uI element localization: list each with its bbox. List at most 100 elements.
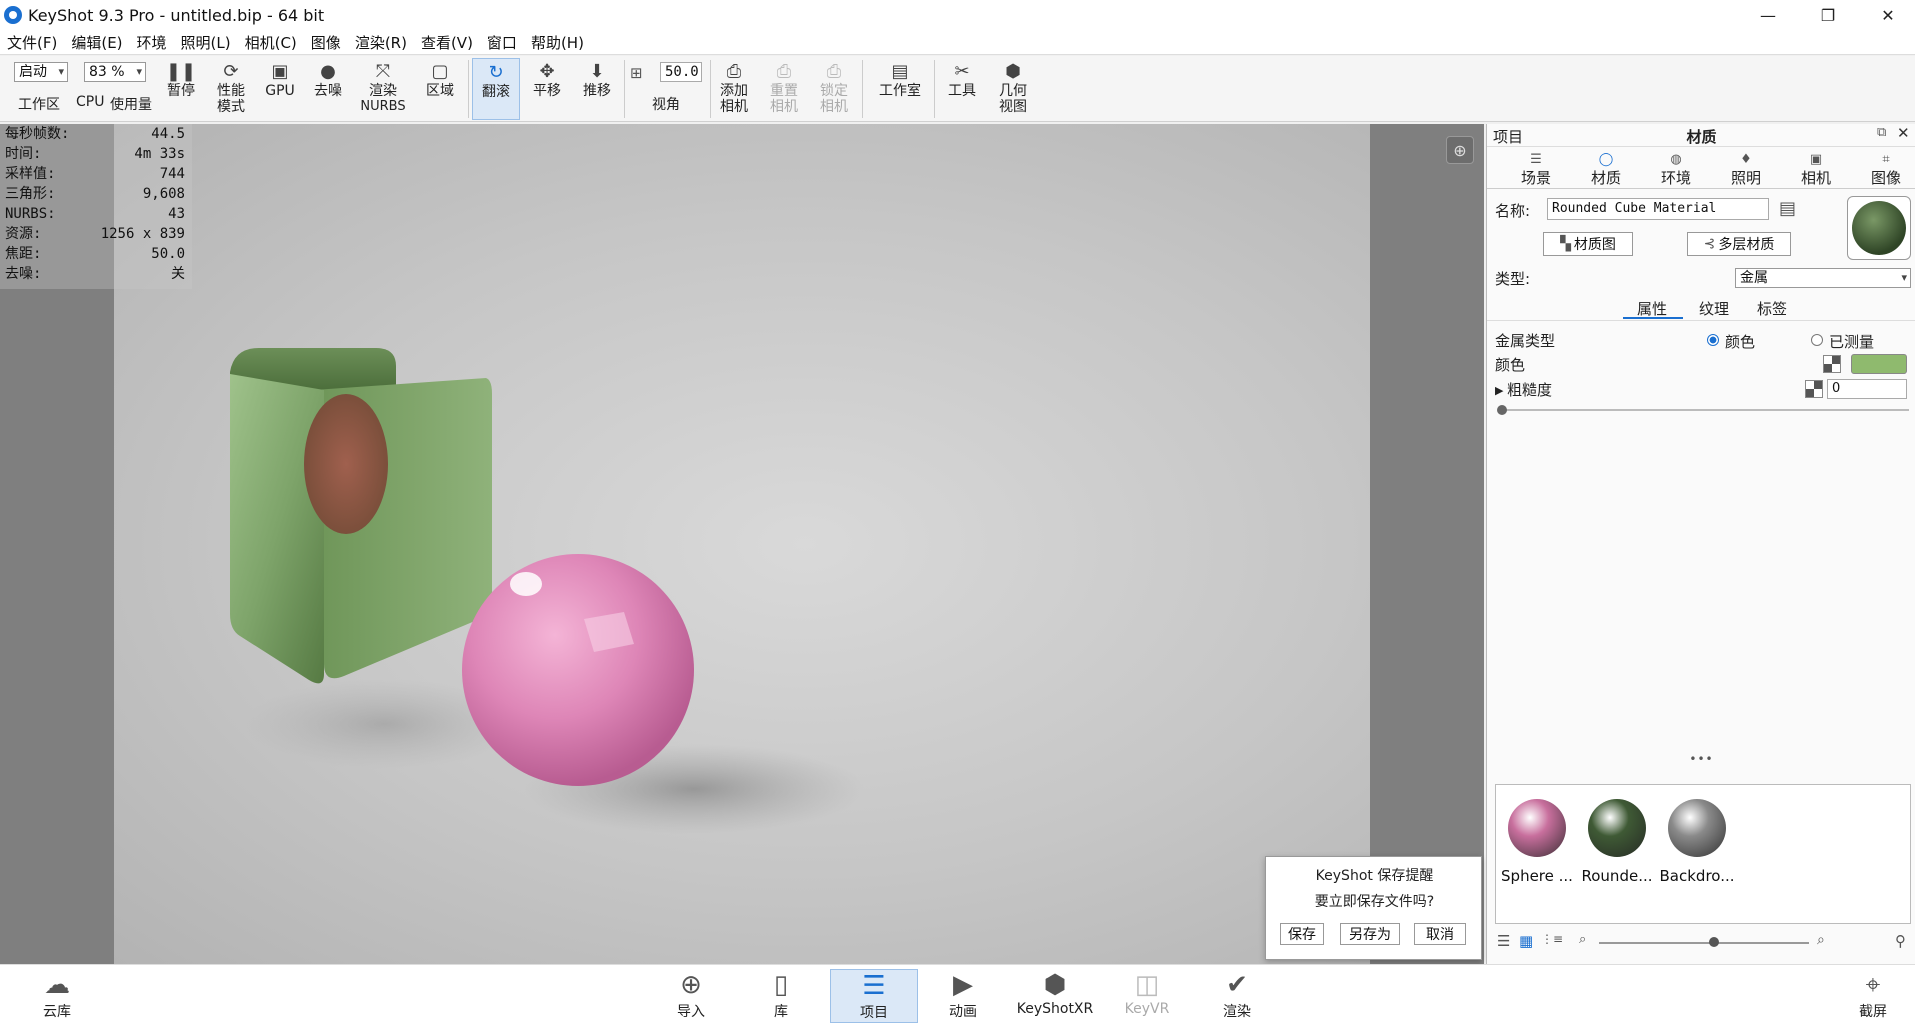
tab-lighting[interactable]: ♦ 照明	[1711, 152, 1781, 188]
camera-plus-icon: ⎙	[726, 61, 742, 82]
cloud-library-button[interactable]: ☁ 云库	[22, 969, 92, 1023]
radio-measured-label: 已测量	[1829, 333, 1875, 351]
save-button[interactable]: 保存	[1280, 923, 1324, 945]
import-button[interactable]: ⊕ 导入	[656, 969, 726, 1023]
project-button[interactable]: ☰ 项目	[830, 969, 918, 1023]
roughness-label: 粗糙度	[1507, 381, 1553, 399]
render-viewport[interactable]: ⊕	[0, 124, 1484, 964]
screenshot-crosshair-icon: ⌖	[1865, 969, 1881, 1000]
cpu-usage-select[interactable]: 83 %	[84, 62, 146, 82]
tab-environment[interactable]: ◍ 环境	[1641, 152, 1711, 188]
menu-image[interactable]: 图像	[304, 32, 348, 53]
cpu-label: CPU	[76, 94, 105, 110]
close-window-button[interactable]: ✕	[1858, 0, 1915, 30]
thumb-size-slider-track[interactable]	[1599, 942, 1809, 944]
menu-file[interactable]: 文件(F)	[0, 32, 64, 53]
viewport-globe-icon[interactable]: ⊕	[1446, 136, 1474, 164]
tools-button[interactable]: ✂ 工具	[942, 58, 982, 120]
keyshotxr-button[interactable]: ⬢ KeyShotXR	[1014, 969, 1096, 1023]
splitter-handle-icon[interactable]: •••	[1487, 752, 1915, 766]
material-thumb-sphere[interactable]: Sphere ...	[1500, 799, 1574, 885]
material-thumb-rounded-cube[interactable]: Rounde...	[1580, 799, 1654, 885]
roughness-texture-icon[interactable]	[1805, 380, 1823, 398]
bottom-ribbon: ☁ 云库 ⊕ 导入 ▯ 库 ☰ 项目 ▶ 动画 ⬢ KeyShotXR ◫ KeyVR ✔ 渲染…	[0, 964, 1915, 1024]
roughness-input[interactable]: 0	[1827, 379, 1907, 399]
material-graph-icon: ▚	[1560, 236, 1571, 252]
workspace-select[interactable]: 启动	[14, 62, 68, 82]
radio-color[interactable]	[1707, 334, 1719, 346]
window-title: KeyShot 9.3 Pro - untitled.bip - 64 bit	[28, 5, 325, 25]
render-nurbs-button[interactable]: ⤧ 渲染 NURBS	[358, 58, 408, 120]
material-graph-button[interactable]: ▚ 材质图	[1543, 232, 1633, 256]
pause-button[interactable]: ❚❚ 暂停	[162, 58, 200, 120]
dolly-button[interactable]: ⬇ 推移	[576, 58, 618, 120]
play-icon: ▶	[953, 970, 973, 1000]
save-material-icon[interactable]: ▤	[1779, 198, 1796, 219]
studio-button[interactable]: ▤ 工作室	[872, 58, 928, 120]
zoom-out-icon[interactable]: ⌕	[1579, 932, 1586, 947]
menu-edit[interactable]: 编辑(E)	[64, 32, 129, 53]
panel-close-icon[interactable]: ✕	[1897, 124, 1910, 142]
menu-help[interactable]: 帮助(H)	[524, 32, 591, 53]
title-bar: KeyShot 9.3 Pro - untitled.bip - 64 bit …	[0, 0, 1915, 30]
grid-view-icon[interactable]: ▦	[1519, 932, 1533, 950]
region-button[interactable]: ▢ 区域	[420, 58, 460, 120]
lock-camera-button[interactable]: ⎙ 锁定 相机	[814, 58, 854, 120]
expand-roughness-icon[interactable]: ▶	[1495, 384, 1503, 397]
tree-view-icon[interactable]: ⋮≡	[1541, 932, 1563, 946]
color-swatch[interactable]	[1851, 354, 1907, 374]
minimize-button[interactable]: —	[1738, 0, 1798, 30]
tab-material[interactable]: ◯ 材质	[1571, 152, 1641, 188]
reset-camera-button[interactable]: ⎙ 重置 相机	[764, 58, 804, 120]
menu-window[interactable]: 窗口	[480, 32, 524, 53]
menu-environment[interactable]: 环境	[130, 32, 174, 53]
geometry-view-button[interactable]: ⬢ 几何 视图	[992, 58, 1034, 120]
material-type-select[interactable]: 金属	[1735, 268, 1911, 288]
render-scene[interactable]	[114, 124, 1370, 964]
menu-camera[interactable]: 相机(C)	[238, 32, 304, 53]
list-view-icon[interactable]: ☰	[1497, 932, 1510, 950]
menu-lighting[interactable]: 照明(L)	[174, 32, 238, 53]
add-camera-button[interactable]: ⎙ 添加 相机	[714, 58, 754, 120]
tumble-button[interactable]: ↻ 翻滚	[472, 58, 520, 120]
main-toolbar: 启动 工作区 83 % CPU 使用量 ❚❚ 暂停 ⟳ 性能 模式 ▣ GPU …	[0, 56, 1915, 122]
roughness-slider-handle[interactable]	[1497, 405, 1507, 415]
keyvr-button[interactable]: ◫ KeyVR	[1112, 969, 1182, 1023]
render-button[interactable]: ✔ 渲染	[1202, 969, 1272, 1023]
import-icon: ⊕	[680, 970, 702, 1000]
thumb-size-slider-handle[interactable]	[1709, 937, 1719, 947]
fov-input[interactable]: 50.0	[660, 62, 702, 82]
pan-button[interactable]: ✥ 平移	[526, 58, 568, 120]
fov-icon: ⊞	[630, 64, 643, 82]
subtab-properties[interactable]: 属性	[1637, 298, 1667, 319]
branch-icon: ⊰	[1703, 236, 1716, 252]
animation-button[interactable]: ▶ 动画	[928, 969, 998, 1023]
filter-icon[interactable]: ⚲	[1895, 932, 1906, 950]
zoom-in-icon[interactable]: ⌕	[1817, 932, 1825, 948]
color-texture-icon[interactable]	[1823, 355, 1841, 373]
multi-layer-material-button[interactable]: ⊰ 多层材质	[1687, 232, 1791, 256]
undock-icon[interactable]: ⧉	[1877, 125, 1886, 140]
radio-measured[interactable]	[1811, 334, 1823, 346]
menu-render[interactable]: 渲染(R)	[348, 32, 414, 53]
library-button[interactable]: ▯ 库	[746, 969, 816, 1023]
material-thumb-backdrop[interactable]: Backdro...	[1660, 799, 1735, 885]
roughness-slider-track[interactable]	[1499, 409, 1909, 411]
tab-camera[interactable]: ▣ 相机	[1781, 152, 1851, 188]
studio-clapper-icon: ▤	[891, 61, 909, 82]
gpu-button[interactable]: ▣ GPU	[260, 58, 300, 120]
subtab-labels[interactable]: 标签	[1757, 298, 1787, 319]
subtab-texture[interactable]: 纹理	[1699, 298, 1729, 319]
cancel-button[interactable]: 取消	[1414, 923, 1466, 945]
menu-view[interactable]: 查看(V)	[414, 32, 480, 53]
maximize-button[interactable]: ❐	[1798, 0, 1858, 30]
screenshot-button[interactable]: ⌖ 截屏	[1838, 969, 1908, 1023]
tab-scene[interactable]: ☰ 场景	[1501, 152, 1571, 188]
save-as-button[interactable]: 另存为	[1340, 923, 1400, 945]
render-stats-overlay: 每秒帧数: 44.5 时间: 4m 33s 采样值: 744 三角形: 9,608 NU…	[0, 124, 192, 289]
performance-mode-button[interactable]: ⟳ 性能 模式	[210, 58, 252, 120]
tab-image[interactable]: ⌗ 图像	[1851, 152, 1915, 188]
material-name-input[interactable]: Rounded Cube Material	[1547, 198, 1769, 220]
rotate-icon: ↻	[488, 62, 504, 83]
denoise-button[interactable]: ● 去噪	[308, 58, 348, 120]
